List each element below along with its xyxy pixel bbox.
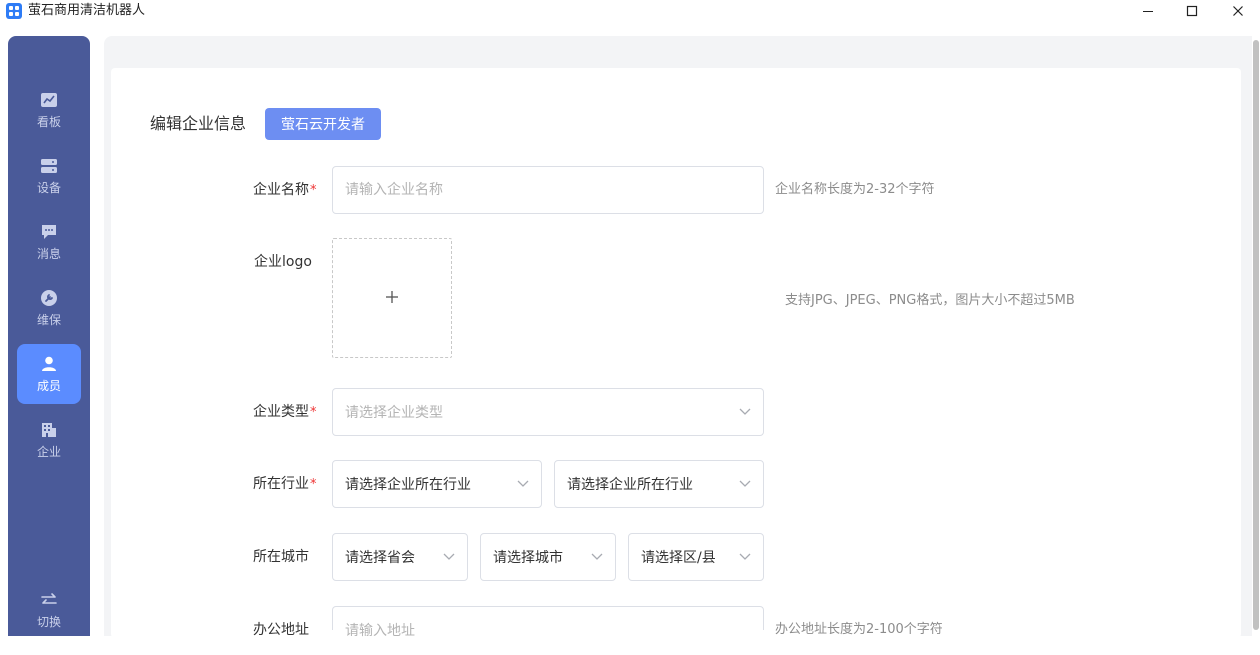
sidebar-item-dashboard[interactable]: 看板	[17, 80, 81, 140]
company-type-placeholder: 请选择企业类型	[345, 405, 443, 421]
chevron-down-icon	[739, 551, 751, 563]
plus-icon	[385, 289, 399, 308]
sidebar-item-label: 企业	[36, 445, 61, 459]
address-hint: 办公地址长度为2-100个字符	[775, 622, 943, 637]
address-input[interactable]	[333, 607, 763, 655]
company-name-field[interactable]	[332, 166, 764, 214]
industry-secondary-value: 请选择企业所在行业	[567, 477, 693, 493]
sidebar-item-label: 维保	[36, 313, 61, 327]
sidebar-item-label: 消息	[36, 247, 61, 261]
address-label: 办公地址	[253, 622, 309, 638]
page-title: 编辑企业信息	[150, 114, 247, 133]
industry-select-secondary[interactable]: 请选择企业所在行业	[554, 460, 764, 508]
company-type-select[interactable]: 请选择企业类型	[332, 388, 764, 436]
minimize-icon	[1143, 11, 1153, 12]
sidebar-item-members[interactable]: 成员	[17, 344, 81, 404]
city-value: 请选择城市	[493, 550, 563, 566]
sidebar-item-label: 看板	[36, 115, 61, 129]
developer-button[interactable]: 萤石云开发者	[265, 108, 381, 140]
chevron-down-icon	[739, 478, 751, 490]
industry-primary-value: 请选择企业所在行业	[345, 477, 471, 493]
maximize-button[interactable]	[1170, 0, 1214, 22]
province-value: 请选择省会	[345, 550, 415, 566]
scrollbar-thumb[interactable]	[1253, 40, 1259, 630]
district-value: 请选择区/县	[641, 550, 716, 566]
required-mark: *	[310, 183, 317, 198]
sidebar-item-messages[interactable]: 消息	[17, 212, 81, 272]
swap-icon	[39, 590, 59, 610]
company-logo-label: 企业logo	[254, 254, 312, 270]
message-icon	[39, 222, 59, 242]
sidebar-item-devices[interactable]: 设备	[17, 146, 81, 206]
chevron-down-icon	[591, 551, 603, 563]
address-field[interactable]	[332, 606, 764, 655]
chevron-down-icon	[739, 406, 751, 418]
logo-hint: 支持JPG、JPEG、PNG格式，图片大小不超过5MB	[785, 293, 1075, 308]
close-button[interactable]	[1216, 0, 1260, 22]
chart-icon	[39, 90, 59, 110]
industry-select-primary[interactable]: 请选择企业所在行业	[332, 460, 542, 508]
minimize-button[interactable]	[1126, 0, 1170, 22]
app-logo-icon	[6, 3, 22, 19]
sidebar-item-company[interactable]: 企业	[17, 410, 81, 470]
logo-upload-box[interactable]	[332, 238, 452, 358]
district-select[interactable]: 请选择区/县	[628, 533, 764, 581]
server-icon	[39, 156, 59, 176]
sidebar-item-label: 切换	[36, 615, 61, 629]
building-icon	[39, 420, 59, 440]
maximize-icon	[1186, 5, 1198, 17]
sidebar: 看板 设备 消息 维保 成员 企业 切换	[8, 36, 90, 636]
company-name-label: 企业名称*	[253, 182, 317, 198]
required-mark: *	[310, 405, 317, 420]
industry-label: 所在行业*	[253, 476, 317, 492]
city-label: 所在城市	[253, 549, 309, 565]
close-icon	[1233, 6, 1243, 16]
company-name-hint: 企业名称长度为2-32个字符	[775, 182, 935, 197]
user-icon	[39, 354, 59, 374]
sidebar-item-label: 设备	[36, 181, 61, 195]
company-name-input[interactable]	[333, 167, 763, 213]
sidebar-item-maintenance[interactable]: 维保	[17, 278, 81, 338]
province-select[interactable]: 请选择省会	[332, 533, 468, 581]
company-type-label: 企业类型*	[253, 404, 317, 420]
chevron-down-icon	[443, 551, 455, 563]
city-select[interactable]: 请选择城市	[480, 533, 616, 581]
sidebar-item-label: 成员	[36, 379, 61, 393]
title-bar: 萤石商用清洁机器人	[0, 0, 1260, 22]
chevron-down-icon	[517, 478, 529, 490]
wrench-icon	[39, 288, 59, 308]
sidebar-switch-button[interactable]: 切换	[17, 580, 81, 640]
required-mark: *	[310, 477, 317, 492]
window-title: 萤石商用清洁机器人	[28, 3, 146, 18]
